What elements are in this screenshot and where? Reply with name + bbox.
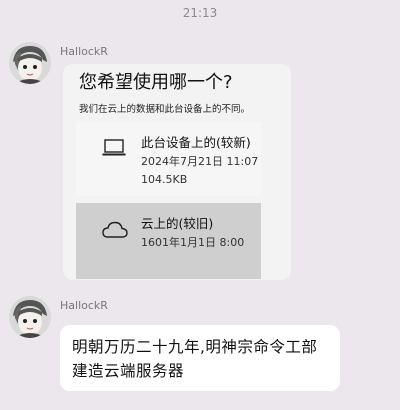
option-size: 104.5KB bbox=[141, 173, 188, 186]
avatar[interactable] bbox=[9, 296, 51, 338]
option-name: 云上的(较旧) bbox=[141, 216, 214, 231]
option-this-device: 此台设备上的(较新) 2024年7月21日 11:07 104.5KB bbox=[76, 122, 261, 196]
option-date: 2024年7月21日 11:07 bbox=[141, 155, 259, 168]
option-name: 此台设备上的(较新) bbox=[141, 135, 251, 150]
sender-name: HallockR bbox=[60, 45, 108, 58]
laptop-icon bbox=[102, 139, 126, 161]
option-date: 1601年1月1日 8:00 bbox=[141, 236, 245, 249]
sender-name: HallockR bbox=[60, 299, 108, 312]
cloud-icon bbox=[102, 221, 128, 243]
dialog-subtitle: 我们在云上的数据和此台设备上的不同。 bbox=[79, 104, 251, 115]
dialog-title: 您希望使用哪一个? bbox=[79, 72, 233, 93]
status-time: 21:13 bbox=[182, 6, 218, 20]
text-message[interactable]: 明朝万历二十九年,明神宗命令工部建造云端服务器 bbox=[60, 325, 340, 391]
image-message[interactable]: 您希望使用哪一个? 我们在云上的数据和此台设备上的不同。 此台设备上的(较新) … bbox=[63, 64, 291, 280]
option-cloud: 云上的(较旧) 1601年1月1日 8:00 bbox=[76, 203, 261, 279]
avatar[interactable] bbox=[9, 42, 51, 84]
